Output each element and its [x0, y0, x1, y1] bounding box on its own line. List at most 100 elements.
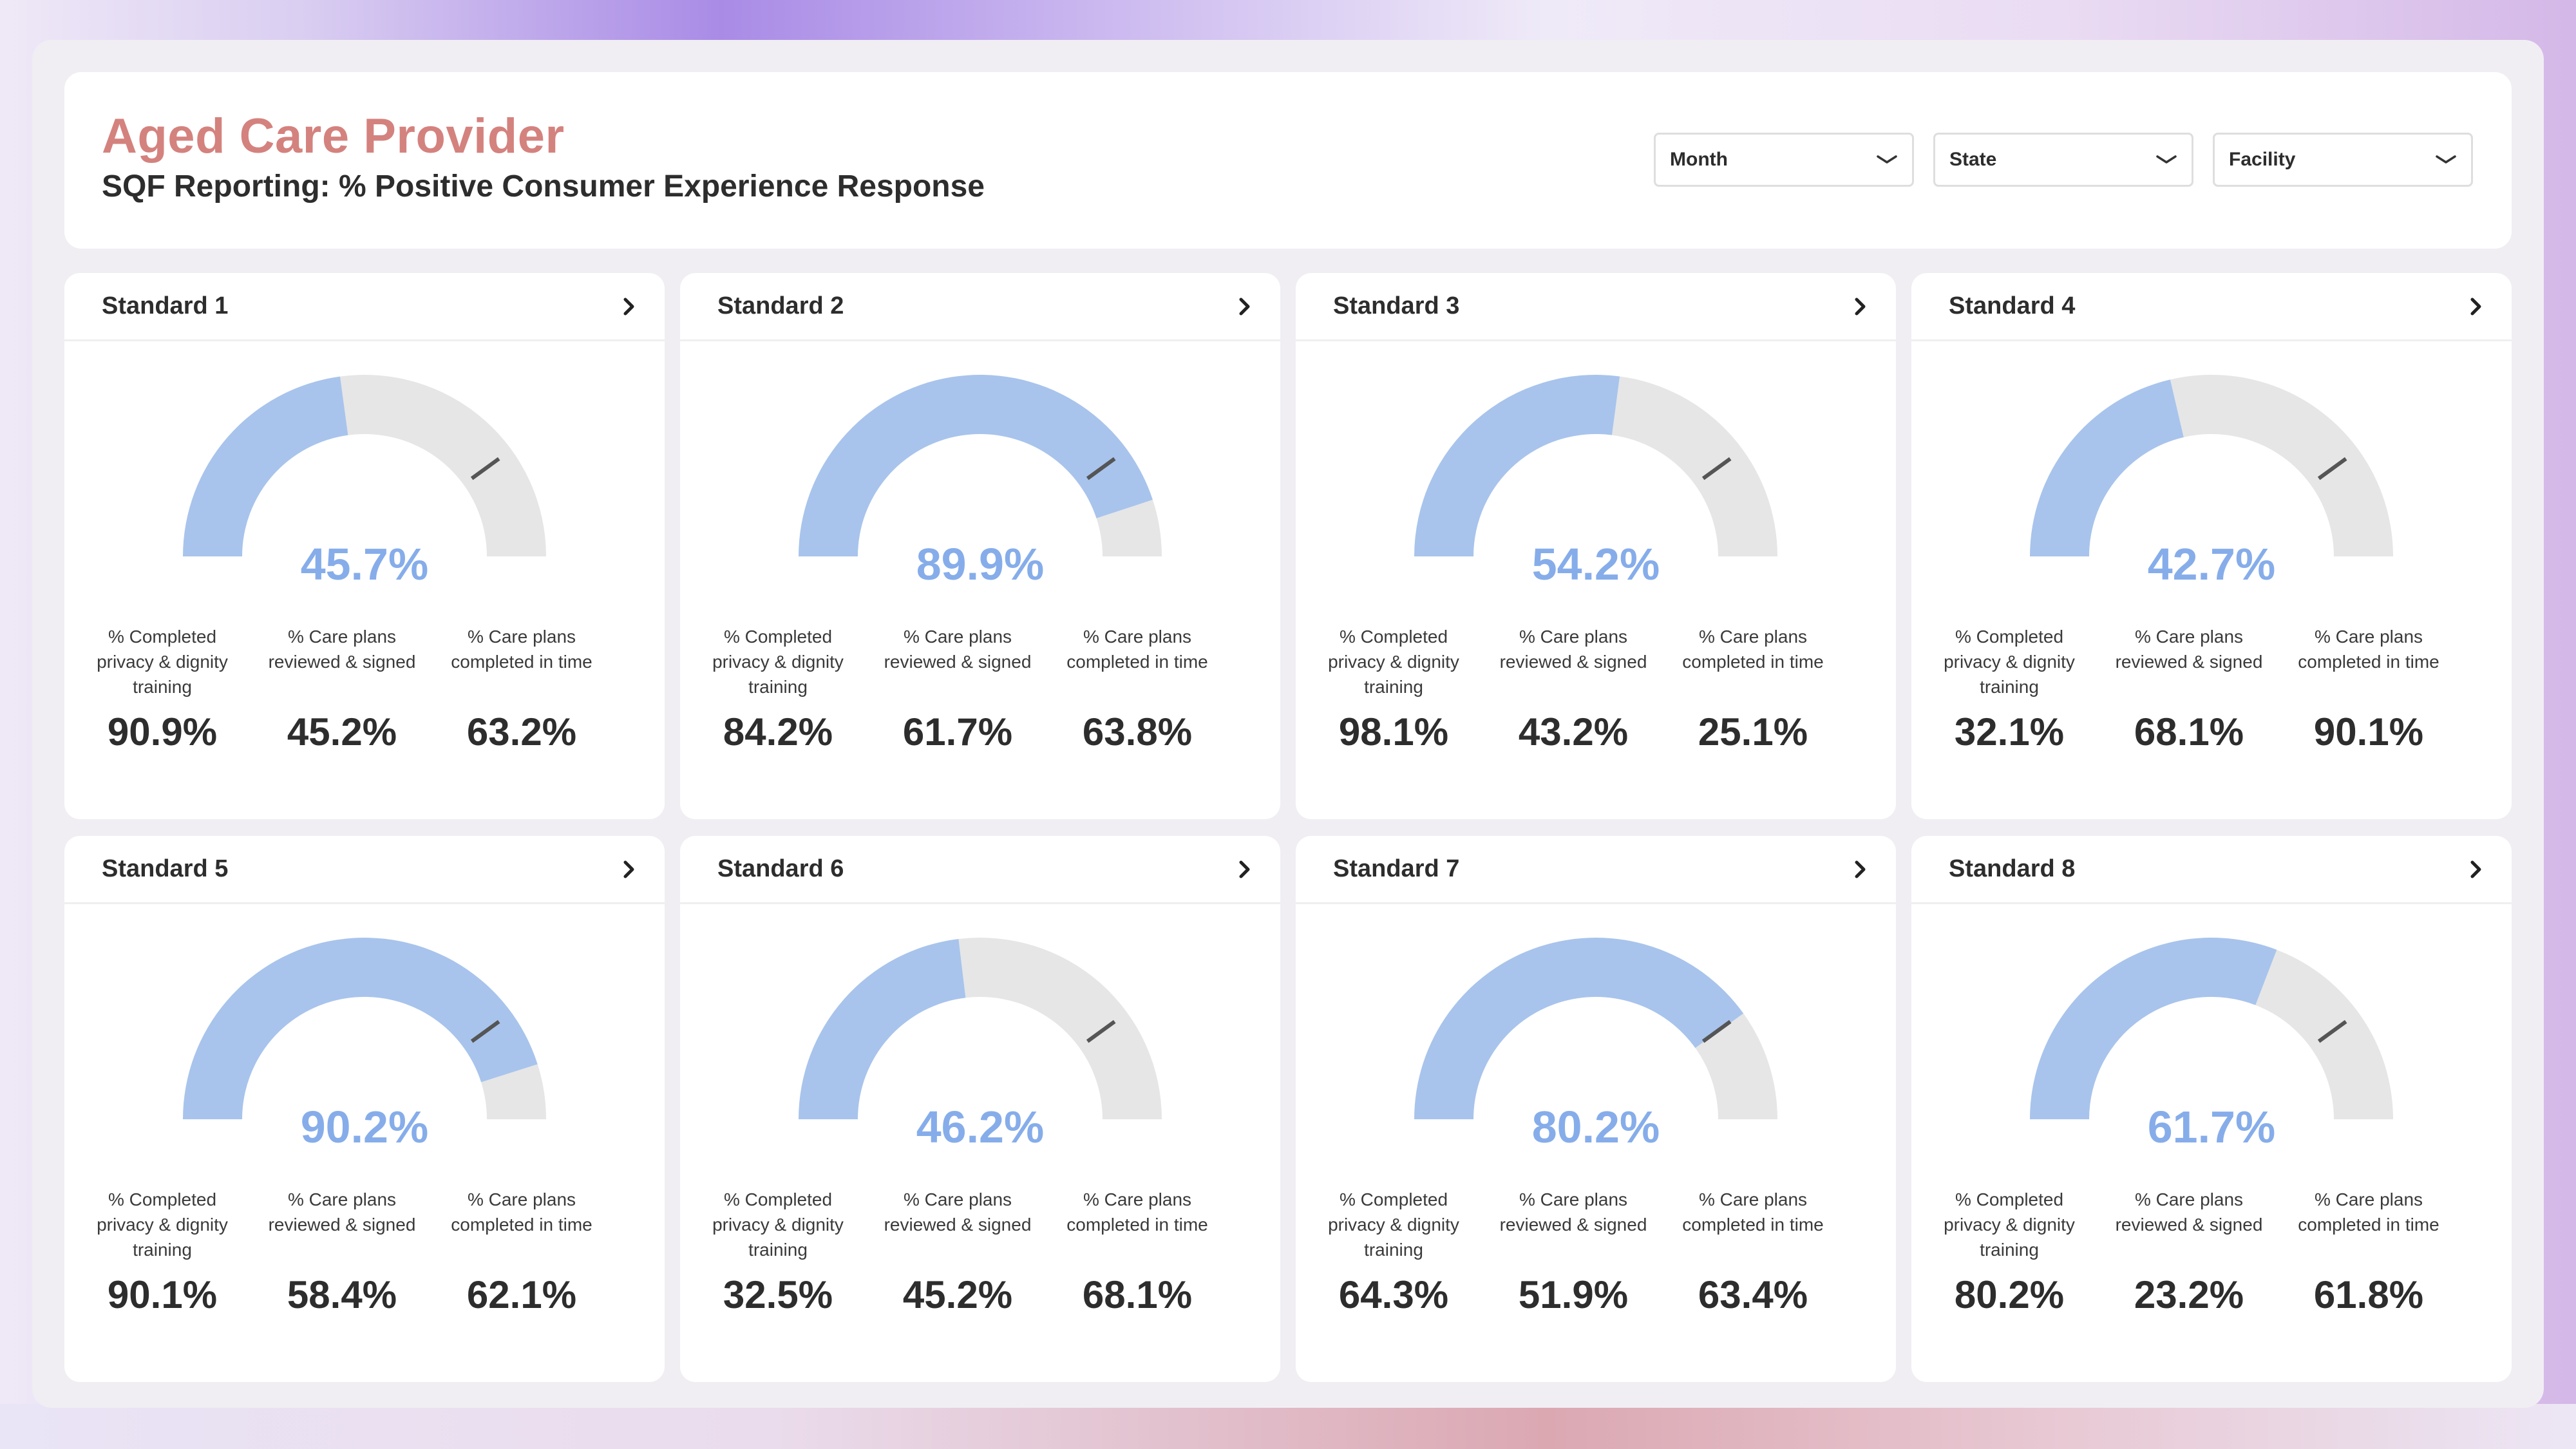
metric: % Care plans completed in time 63.4% [1669, 1187, 1837, 1317]
metric: % Care plans completed in time 63.2% [438, 624, 605, 754]
metric-label: % Completed privacy & dignity training [1328, 1189, 1459, 1260]
metric-value: 63.4% [1698, 1273, 1808, 1316]
standard-card: Standard 5 90.2% % Completed privacy & d… [64, 836, 665, 1382]
dashboard-frame: Aged Care Provider SQF Reporting: % Posi… [32, 40, 2544, 1408]
metric-value: 90.1% [107, 1273, 218, 1316]
chevron-down-icon [1877, 155, 1897, 164]
metric-value: 80.2% [1954, 1273, 2065, 1316]
metric-label: % Care plans reviewed & signed [884, 627, 1032, 672]
metric-value: 45.2% [902, 1273, 1013, 1316]
metric-label: % Completed privacy & dignity training [97, 627, 228, 697]
metrics-row: % Completed privacy & dignity training 3… [694, 1187, 1221, 1317]
filter-bar: Month State Facility [1654, 133, 2473, 187]
metric-value: 32.5% [723, 1273, 833, 1316]
state-dropdown-label: State [1949, 149, 1997, 170]
metric: % Care plans completed in time 61.8% [2285, 1187, 2452, 1317]
metric-label: % Care plans reviewed & signed [268, 627, 416, 672]
metric-value: 23.2% [2134, 1273, 2244, 1316]
chevron-right-icon[interactable] [1851, 296, 1870, 317]
chevron-right-icon[interactable] [1235, 858, 1255, 880]
metric-value: 90.1% [2313, 710, 2424, 753]
month-dropdown-label: Month [1670, 149, 1728, 170]
card-header[interactable]: Standard 8 [1911, 836, 2512, 904]
metric-label: % Care plans reviewed & signed [2115, 627, 2263, 672]
chevron-right-icon[interactable] [620, 296, 639, 317]
metric-value: 64.3% [1338, 1273, 1449, 1316]
metric-label: % Care plans reviewed & signed [1499, 627, 1647, 672]
card-header[interactable]: Standard 6 [680, 836, 1280, 904]
metric: % Care plans completed in time 63.8% [1054, 624, 1221, 754]
card-header[interactable]: Standard 4 [1911, 273, 2512, 341]
metric-value: 63.8% [1082, 710, 1193, 753]
gauge-fill [799, 939, 966, 1119]
gauge-value: 80.2% [1531, 1102, 1660, 1152]
standard-card: Standard 4 42.7% % Completed privacy & d… [1911, 273, 2512, 819]
metric-label: % Completed privacy & dignity training [97, 1189, 228, 1260]
metric-label: % Care plans reviewed & signed [2115, 1189, 2263, 1235]
gauge-fill [1414, 938, 1744, 1119]
metric: % Care plans reviewed & signed 58.4% [258, 1187, 426, 1317]
chevron-right-icon[interactable] [1235, 296, 1255, 317]
card-header[interactable]: Standard 7 [1296, 836, 1896, 904]
metric: % Completed privacy & dignity training 3… [694, 1187, 862, 1317]
metric-label: % Care plans reviewed & signed [884, 1189, 1032, 1235]
metrics-row: % Completed privacy & dignity training 8… [694, 624, 1221, 754]
metric: % Care plans completed in time 62.1% [438, 1187, 605, 1317]
card-title: Standard 3 [1333, 292, 1460, 319]
metrics-row: % Completed privacy & dignity training 9… [79, 1187, 605, 1317]
gauge-value: 90.2% [300, 1102, 429, 1152]
state-dropdown[interactable]: State [1933, 133, 2193, 187]
chevron-right-icon[interactable] [2467, 858, 2486, 880]
card-header[interactable]: Standard 5 [64, 836, 665, 904]
chevron-down-icon [2156, 155, 2177, 164]
metric: % Completed privacy & dignity training 3… [1926, 624, 2093, 754]
metric: % Care plans completed in time 25.1% [1669, 624, 1837, 754]
standard-card: Standard 6 46.2% % Completed privacy & d… [680, 836, 1280, 1382]
metric-value: 90.9% [107, 710, 218, 753]
metric-label: % Care plans completed in time [2298, 627, 2439, 672]
metric: % Care plans reviewed & signed 68.1% [2105, 624, 2273, 754]
card-header[interactable]: Standard 1 [64, 273, 665, 341]
gauge-fill [2030, 379, 2184, 556]
gauge-track [1611, 376, 1777, 556]
metric-value: 62.1% [466, 1273, 577, 1316]
metric-value: 84.2% [723, 710, 833, 753]
metric-label: % Completed privacy & dignity training [1328, 627, 1459, 697]
metric-label: % Completed privacy & dignity training [712, 1189, 844, 1260]
metric-label: % Care plans reviewed & signed [268, 1189, 416, 1235]
metric-value: 61.7% [902, 710, 1013, 753]
card-header[interactable]: Standard 3 [1296, 273, 1896, 341]
gauge-fill [1414, 375, 1620, 556]
metric-value: 58.4% [287, 1273, 397, 1316]
gauge-fill [183, 376, 348, 556]
metrics-row: % Completed privacy & dignity training 3… [1926, 624, 2452, 754]
metrics-row: % Completed privacy & dignity training 8… [1926, 1187, 2452, 1317]
card-title: Standard 8 [1949, 855, 2076, 882]
metric-value: 68.1% [2134, 710, 2244, 753]
gauge-value: 89.9% [916, 539, 1045, 589]
metrics-row: % Completed privacy & dignity training 6… [1310, 1187, 1837, 1317]
month-dropdown[interactable]: Month [1654, 133, 1914, 187]
chevron-right-icon[interactable] [620, 858, 639, 880]
gauge-track [958, 938, 1162, 1119]
metrics-row: % Completed privacy & dignity training 9… [79, 624, 605, 754]
metric: % Care plans reviewed & signed 45.2% [874, 1187, 1041, 1317]
gauge-track [340, 375, 546, 556]
facility-dropdown-label: Facility [2229, 149, 2296, 170]
metrics-row: % Completed privacy & dignity training 9… [1310, 624, 1837, 754]
chevron-right-icon[interactable] [1851, 858, 1870, 880]
gauge-track [2255, 949, 2393, 1119]
metric: % Care plans reviewed & signed 43.2% [1490, 624, 1657, 754]
metric-label: % Care plans completed in time [451, 627, 592, 672]
facility-dropdown[interactable]: Facility [2213, 133, 2473, 187]
chevron-right-icon[interactable] [2467, 296, 2486, 317]
metric: % Completed privacy & dignity training 9… [79, 1187, 246, 1317]
metric-label: % Care plans completed in time [1682, 627, 1824, 672]
chevron-down-icon [2436, 155, 2456, 164]
metric: % Completed privacy & dignity training 6… [1310, 1187, 1477, 1317]
standard-card: Standard 8 61.7% % Completed privacy & d… [1911, 836, 2512, 1382]
card-header[interactable]: Standard 2 [680, 273, 1280, 341]
background-glow [0, 1404, 2576, 1449]
metric-label: % Completed privacy & dignity training [1944, 1189, 2075, 1260]
metric: % Care plans completed in time 90.1% [2285, 624, 2452, 754]
